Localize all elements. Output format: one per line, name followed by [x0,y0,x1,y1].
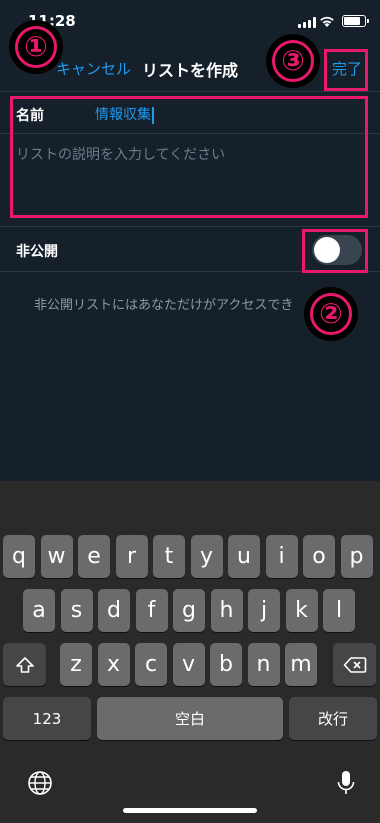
key-a[interactable]: a [23,589,55,632]
key-m[interactable]: m [285,643,317,686]
form-highlight-box [10,96,368,218]
home-indicator [123,808,257,813]
key-r[interactable]: r [115,535,148,578]
step-two-badge: ② [306,289,356,339]
key-u[interactable]: u [228,535,260,578]
shift-icon [15,656,34,673]
key-w[interactable]: w [40,535,73,578]
done-highlight-box [324,49,368,91]
key-y[interactable]: y [190,535,223,578]
key-o[interactable]: o [303,535,335,578]
key-s[interactable]: s [60,589,93,632]
delete-icon [343,656,366,673]
globe-icon[interactable] [25,768,55,798]
wifi-icon [320,16,334,27]
key-b[interactable]: b [210,643,242,686]
key-g[interactable]: g [173,589,205,632]
key-v[interactable]: v [172,643,205,686]
keyboard-row-1: qwertyuiop [0,535,380,578]
shift-key[interactable] [3,643,46,686]
mic-icon[interactable] [331,768,361,798]
key-e[interactable]: e [78,535,110,578]
key-n[interactable]: n [247,643,280,686]
keyboard-row-4: 123 空白 改行 [0,697,380,740]
toggle-highlight-box [302,229,368,273]
step-one-badge: ① [11,22,61,72]
step-three-badge: ③ [268,36,318,86]
delete-key[interactable] [333,643,376,686]
page-title: リストを作成 [141,61,238,80]
key-t[interactable]: t [153,535,185,578]
key-p[interactable]: p [340,535,373,578]
numbers-key[interactable]: 123 [3,697,91,740]
key-x[interactable]: x [97,643,130,686]
key-l[interactable]: l [323,589,355,632]
key-q[interactable]: q [3,535,35,578]
signal-icon [298,17,316,28]
keyboard-row-3: zxcvbnm [0,643,380,686]
key-c[interactable]: c [135,643,167,686]
keyboard: qwertyuiop asdfghjkl zxcvbnm 123 空白 改行 [0,481,380,823]
battery-icon [342,15,369,27]
private-label: 非公開 [16,244,58,260]
private-note: 非公開リストにはあなただけがアクセスでき [34,298,294,313]
create-list-screen: 11:28 キャンセル リストを作成 完了 名前 情報収集 リストの説明を入力し… [0,0,380,823]
key-z[interactable]: z [60,643,92,686]
key-i[interactable]: i [265,535,298,578]
return-key[interactable]: 改行 [289,697,377,740]
key-h[interactable]: h [210,589,243,632]
key-k[interactable]: k [285,589,318,632]
key-j[interactable]: j [248,589,280,632]
space-key[interactable]: 空白 [97,697,283,740]
key-d[interactable]: d [98,589,130,632]
key-f[interactable]: f [135,589,168,632]
keyboard-row-2: asdfghjkl [0,589,380,632]
